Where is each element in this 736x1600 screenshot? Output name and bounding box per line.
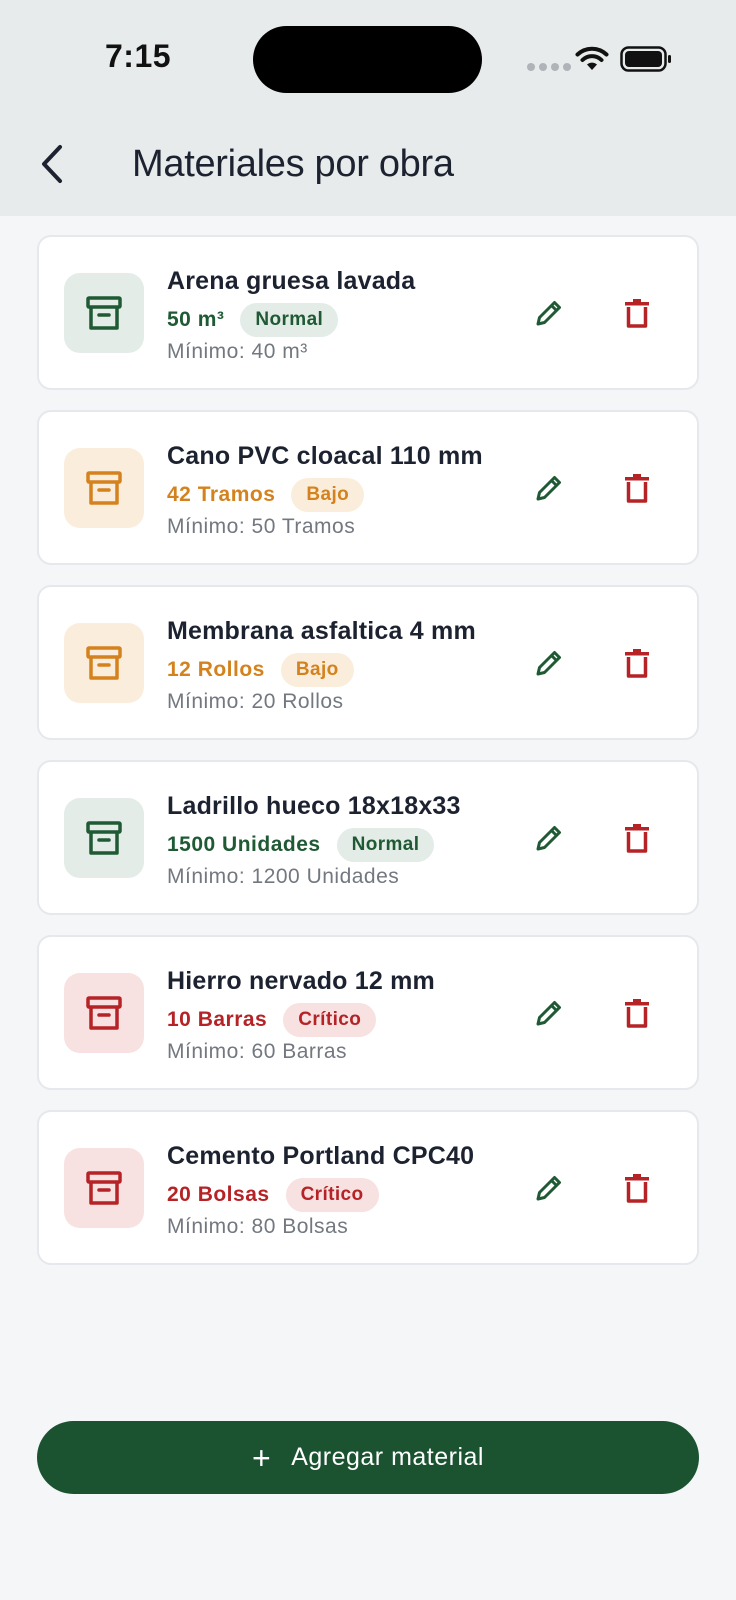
material-card[interactable]: Arena gruesa lavada 50 m³ Normal Mínimo:… — [37, 235, 699, 390]
edit-button[interactable] — [527, 816, 571, 860]
quantity-row: 50 m³ Normal — [167, 301, 497, 339]
add-material-button[interactable]: + Agregar material — [37, 1421, 699, 1494]
material-quantity: 42 Tramos — [167, 483, 276, 506]
archive-box-icon — [64, 272, 144, 353]
trash-icon — [625, 823, 649, 853]
material-name: Cemento Portland CPC40 — [167, 1142, 475, 1170]
quantity-row: 1500 Unidades Normal — [167, 826, 497, 864]
archive-box-icon — [64, 1147, 144, 1228]
edit-button[interactable] — [527, 991, 571, 1035]
archive-box-icon — [64, 797, 144, 878]
status-badge: Normal — [240, 303, 339, 337]
status-time: 7:15 — [105, 38, 172, 74]
archive-box-icon — [64, 972, 144, 1053]
material-name: Cano PVC cloacal 110 mm — [167, 442, 483, 470]
material-card[interactable]: Cemento Portland CPC40 20 Bolsas Crítico… — [37, 1110, 699, 1265]
edit-button[interactable] — [527, 291, 571, 335]
material-name: Hierro nervado 12 mm — [167, 967, 435, 995]
delete-button[interactable] — [615, 816, 659, 860]
quantity-row: 20 Bolsas Crítico — [167, 1176, 497, 1214]
edit-button[interactable] — [527, 466, 571, 510]
delete-button[interactable] — [615, 991, 659, 1035]
pencil-icon — [536, 650, 561, 675]
dynamic-island — [253, 26, 482, 93]
materials-list: Arena gruesa lavada 50 m³ Normal Mínimo:… — [37, 235, 699, 1285]
material-minimum: Mínimo: 1200 Unidades — [167, 865, 400, 888]
material-info: Ladrillo hueco 18x18x33 1500 Unidades No… — [167, 762, 497, 913]
quantity-row: 10 Barras Crítico — [167, 1001, 497, 1039]
delete-button[interactable] — [615, 291, 659, 335]
material-card[interactable]: Cano PVC cloacal 110 mm 42 Tramos Bajo M… — [37, 410, 699, 565]
material-quantity: 10 Barras — [167, 1008, 268, 1031]
pencil-icon — [536, 825, 561, 850]
status-badge: Normal — [336, 828, 435, 862]
status-badge: Bajo — [280, 653, 354, 687]
material-quantity: 50 m³ — [167, 308, 225, 331]
trash-icon — [625, 1173, 649, 1203]
pencil-icon — [536, 300, 561, 325]
material-quantity: 12 Rollos — [167, 658, 265, 681]
material-card[interactable]: Membrana asfaltica 4 mm 12 Rollos Bajo M… — [37, 585, 699, 740]
add-material-label: Agregar material — [291, 1443, 484, 1471]
material-minimum: Mínimo: 20 Rollos — [167, 690, 344, 713]
trash-icon — [625, 648, 649, 678]
delete-button[interactable] — [615, 1166, 659, 1210]
material-card[interactable]: Hierro nervado 12 mm 10 Barras Crítico M… — [37, 935, 699, 1090]
delete-button[interactable] — [615, 466, 659, 510]
material-info: Arena gruesa lavada 50 m³ Normal Mínimo:… — [167, 237, 497, 388]
quantity-row: 12 Rollos Bajo — [167, 651, 497, 689]
material-info: Membrana asfaltica 4 mm 12 Rollos Bajo M… — [167, 587, 497, 738]
quantity-row: 42 Tramos Bajo — [167, 476, 497, 514]
material-name: Membrana asfaltica 4 mm — [167, 617, 476, 645]
edit-button[interactable] — [527, 1166, 571, 1210]
pencil-icon — [536, 475, 561, 500]
trash-icon — [625, 298, 649, 328]
status-badge: Crítico — [285, 1178, 379, 1212]
status-badge: Bajo — [291, 478, 365, 512]
edit-button[interactable] — [527, 641, 571, 685]
material-minimum: Mínimo: 80 Bolsas — [167, 1215, 349, 1238]
delete-button[interactable] — [615, 641, 659, 685]
plus-icon: + — [252, 1439, 272, 1476]
trash-icon — [625, 998, 649, 1028]
material-minimum: Mínimo: 60 Barras — [167, 1040, 348, 1063]
trash-icon — [625, 473, 649, 503]
top-bar: 7:15 Materiales por obra — [0, 0, 736, 216]
material-name: Ladrillo hueco 18x18x33 — [167, 792, 461, 820]
pencil-icon — [536, 1175, 561, 1200]
archive-box-icon — [64, 447, 144, 528]
material-minimum: Mínimo: 40 m³ — [167, 340, 308, 363]
archive-box-icon — [64, 622, 144, 703]
material-info: Cemento Portland CPC40 20 Bolsas Crítico… — [167, 1112, 497, 1263]
material-info: Hierro nervado 12 mm 10 Barras Crítico M… — [167, 937, 497, 1088]
battery-icon — [620, 46, 671, 72]
material-name: Arena gruesa lavada — [167, 267, 416, 295]
cellular-signal-icon — [527, 63, 571, 71]
page-title: Materiales por obra — [132, 143, 454, 185]
chevron-left-icon — [42, 145, 62, 183]
material-minimum: Mínimo: 50 Tramos — [167, 515, 356, 538]
material-quantity: 20 Bolsas — [167, 1183, 270, 1206]
material-info: Cano PVC cloacal 110 mm 42 Tramos Bajo M… — [167, 412, 497, 563]
material-quantity: 1500 Unidades — [167, 833, 321, 856]
wifi-icon — [575, 46, 609, 70]
status-badge: Crítico — [283, 1003, 377, 1037]
pencil-icon — [536, 1000, 561, 1025]
material-card[interactable]: Ladrillo hueco 18x18x33 1500 Unidades No… — [37, 760, 699, 915]
back-button[interactable] — [34, 140, 70, 188]
